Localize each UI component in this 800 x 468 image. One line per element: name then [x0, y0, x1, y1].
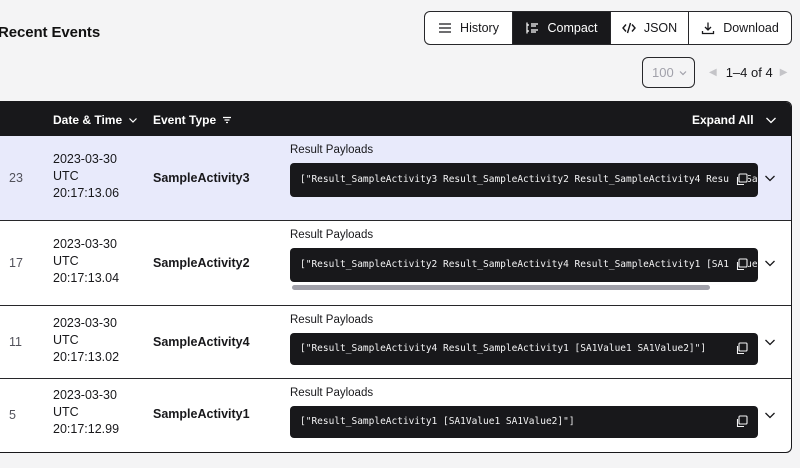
chevron-down-icon [679, 70, 687, 75]
event-datetime: 2023-03-30 UTC 20:17:13.06 [53, 151, 119, 202]
event-time: 20:17:13.04 [53, 271, 120, 285]
next-page-icon[interactable]: ▶ [780, 67, 788, 78]
expand-all-label: Expand All [692, 113, 754, 127]
horizontal-scrollbar[interactable] [292, 285, 710, 290]
chevron-down-icon [129, 118, 138, 123]
event-type: SampleActivity3 [153, 171, 250, 185]
event-type-header-label: Event Type [153, 113, 217, 127]
payload-text: ["Result_SampleActivity2 Result_SampleAc… [300, 259, 758, 270]
payload-text: ["Result_SampleActivity3 Result_SampleAc… [300, 174, 758, 185]
event-timezone: UTC [53, 333, 79, 347]
payload-block[interactable]: ["Result_SampleActivity2 Result_SampleAc… [290, 248, 758, 282]
event-timezone: UTC [53, 169, 79, 183]
json-label: JSON [643, 21, 678, 35]
event-id: 5 [9, 408, 16, 422]
payload-text: ["Result_SampleActivity4 Result_SampleAc… [300, 343, 707, 354]
history-button[interactable]: History [425, 12, 513, 44]
table-header: Date & Time Event Type Expand All [0, 102, 791, 136]
event-id: 23 [9, 171, 23, 185]
pagination: 100 ◀ 1–4 of 4 ▶ [642, 57, 787, 88]
event-timezone: UTC [53, 405, 79, 419]
event-time: 20:17:13.06 [53, 186, 120, 200]
table-row[interactable]: 11 2023-03-30 UTC 20:17:13.02 SampleActi… [0, 306, 791, 379]
event-datetime: 2023-03-30 UTC 20:17:13.02 [53, 315, 119, 366]
copy-icon[interactable] [735, 342, 748, 355]
event-datetime: 2023-03-30 UTC 20:17:13.04 [53, 236, 119, 287]
event-type: SampleActivity2 [153, 256, 250, 270]
payload-block[interactable]: ["Result_SampleActivity4 Result_SampleAc… [290, 333, 758, 365]
expand-all-button[interactable]: Expand All [692, 113, 754, 127]
event-date: 2023-03-30 [53, 237, 117, 251]
event-type-column-header[interactable]: Event Type [153, 113, 232, 127]
event-date: 2023-03-30 [53, 388, 117, 402]
events-table: Date & Time Event Type Expand All 23 202… [0, 101, 792, 453]
chevron-down-icon[interactable] [765, 114, 777, 126]
download-icon [702, 22, 715, 35]
payload-block[interactable]: ["Result_SampleActivity1 [SA1Value1 SA1V… [290, 406, 758, 438]
date-column-header[interactable]: Date & Time [53, 113, 138, 127]
event-type: SampleActivity4 [153, 335, 250, 349]
event-time: 20:17:13.02 [53, 350, 120, 364]
table-row[interactable]: 23 2023-03-30 UTC 20:17:13.06 SampleActi… [0, 136, 791, 221]
table-row[interactable]: 5 2023-03-30 UTC 20:17:12.99 SampleActiv… [0, 379, 791, 452]
history-label: History [460, 21, 499, 35]
payload-text: ["Result_SampleActivity1 [SA1Value1 SA1V… [300, 416, 575, 427]
event-date: 2023-03-30 [53, 152, 117, 166]
compact-label: Compact [547, 21, 598, 35]
event-id: 17 [9, 256, 23, 270]
page-range: 1–4 of 4 [725, 65, 773, 80]
payload-label: Result Payloads [290, 229, 374, 241]
event-time: 20:17:12.99 [53, 422, 120, 436]
payload-block[interactable]: ["Result_SampleActivity3 Result_SampleAc… [290, 163, 758, 197]
compact-list-icon [526, 22, 539, 34]
event-date: 2023-03-30 [53, 316, 117, 330]
filter-icon [223, 116, 232, 124]
copy-icon[interactable] [735, 258, 748, 271]
event-id: 11 [9, 335, 22, 349]
previous-page-icon[interactable]: ◀ [709, 67, 717, 78]
payload-label: Result Payloads [290, 144, 374, 156]
view-toolbar: History Compact JSON Download [424, 11, 792, 45]
chevron-down-icon[interactable] [764, 336, 776, 348]
chevron-down-icon[interactable] [764, 409, 776, 421]
compact-button[interactable]: Compact [513, 12, 611, 44]
date-header-label: Date & Time [53, 113, 123, 127]
menu-lines-icon [439, 23, 452, 33]
copy-icon[interactable] [735, 415, 748, 428]
table-row[interactable]: 17 2023-03-30 UTC 20:17:13.04 SampleActi… [0, 221, 791, 306]
payload-label: Result Payloads [290, 314, 374, 326]
page-size-value: 100 [652, 65, 674, 80]
chevron-down-icon[interactable] [764, 257, 776, 269]
chevron-down-icon[interactable] [764, 172, 776, 184]
event-timezone: UTC [53, 254, 79, 268]
page-title: Recent Events [0, 24, 101, 41]
download-button[interactable]: Download [689, 12, 791, 44]
json-button[interactable]: JSON [611, 12, 689, 44]
download-label: Download [723, 21, 779, 35]
event-type: SampleActivity1 [153, 407, 250, 421]
page-size-select[interactable]: 100 [642, 57, 695, 88]
code-icon [621, 22, 636, 34]
event-datetime: 2023-03-30 UTC 20:17:12.99 [53, 387, 119, 438]
payload-label: Result Payloads [290, 387, 374, 399]
copy-icon[interactable] [735, 173, 748, 186]
